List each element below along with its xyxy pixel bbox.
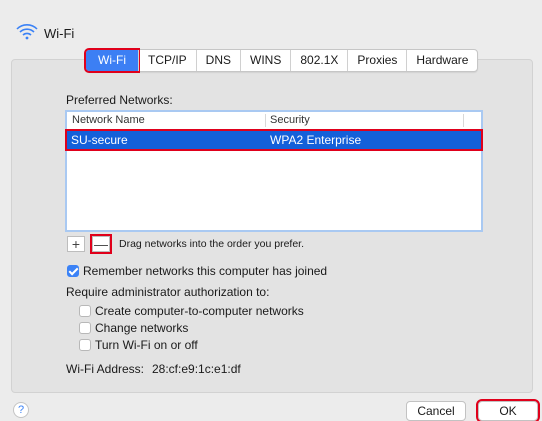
wifi-address-value: 28:cf:e9:1c:e1:df	[152, 362, 241, 376]
tab-bar: Wi-Fi TCP/IP DNS WINS 802.1X Proxies Har…	[84, 48, 479, 73]
column-security[interactable]: Security	[270, 114, 310, 126]
drag-hint: Drag networks into the order you prefer.	[119, 238, 305, 250]
turn-wifi-label: Turn Wi-Fi on or off	[95, 338, 198, 352]
list-header: Network Name Security	[67, 112, 481, 130]
turn-wifi-checkbox[interactable]	[79, 339, 91, 351]
add-network-button[interactable]: +	[67, 236, 85, 252]
wifi-address-label: Wi-Fi Address:	[66, 362, 145, 376]
tab-tcpip[interactable]: TCP/IP	[137, 50, 196, 71]
preferred-networks-list[interactable]: Network Name Security SU-secure WPA2 Ent…	[65, 110, 483, 232]
window-title: Wi-Fi	[44, 26, 75, 41]
cancel-button[interactable]: Cancel	[406, 401, 466, 421]
admin-auth-label: Require administrator authorization to:	[66, 285, 270, 299]
network-security: WPA2 Enterprise	[270, 133, 362, 147]
network-row[interactable]: SU-secure WPA2 Enterprise	[65, 129, 483, 151]
tab-dns[interactable]: DNS	[195, 50, 240, 71]
create-computer-networks-label: Create computer-to-computer networks	[95, 304, 304, 318]
change-networks-label: Change networks	[95, 321, 189, 335]
change-networks-checkbox[interactable]	[79, 322, 91, 334]
remember-networks-checkbox[interactable]	[67, 265, 79, 277]
column-divider	[265, 114, 266, 127]
tab-wins[interactable]: WINS	[240, 50, 290, 71]
ok-button[interactable]: OK	[476, 399, 540, 421]
tab-wifi[interactable]: Wi-Fi	[84, 48, 140, 73]
tab-proxies[interactable]: Proxies	[347, 50, 406, 71]
help-button[interactable]: ?	[13, 402, 29, 418]
title-bar: Wi-Fi	[0, 0, 542, 44]
tab-8021x[interactable]: 802.1X	[290, 50, 347, 71]
preferred-networks-label: Preferred Networks:	[66, 93, 173, 107]
column-divider	[463, 114, 464, 127]
tab-hardware[interactable]: Hardware	[406, 50, 477, 71]
wifi-icon	[16, 24, 38, 40]
column-network-name[interactable]: Network Name	[72, 114, 145, 126]
remember-networks-label: Remember networks this computer has join…	[83, 264, 328, 278]
remove-network-button[interactable]: —	[90, 234, 112, 254]
create-computer-networks-checkbox[interactable]	[79, 305, 91, 317]
network-name: SU-secure	[71, 133, 128, 147]
